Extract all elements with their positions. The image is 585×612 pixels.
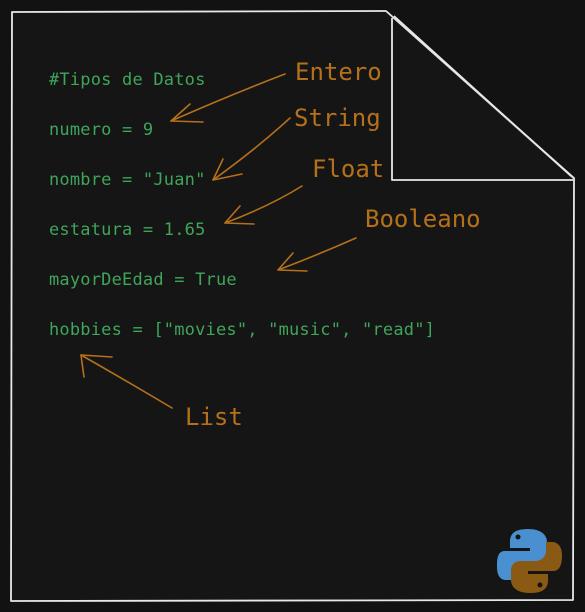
annotation-float: Float [312,155,385,183]
code-line-numero: numero = 9 [49,120,154,140]
diagram-canvas: #Tipos de Datos numero = 9 nombre = "Jua… [0,0,585,612]
annotation-list: List [185,403,243,431]
annotation-string: String [294,104,381,132]
code-line-hobbies: hobbies = ["movies", "music", "read"] [49,320,436,340]
code-line-nombre: nombre = "Juan" [49,170,206,190]
sheet-border [10,10,575,602]
code-comment: #Tipos de Datos [49,70,206,90]
code-line-estatura: estatura = 1.65 [49,220,206,240]
annotation-booleano: Booleano [365,205,481,233]
code-line-mayor-de-edad: mayorDeEdad = True [49,270,237,290]
sheet-outline [10,10,576,602]
annotation-entero: Entero [295,58,382,86]
